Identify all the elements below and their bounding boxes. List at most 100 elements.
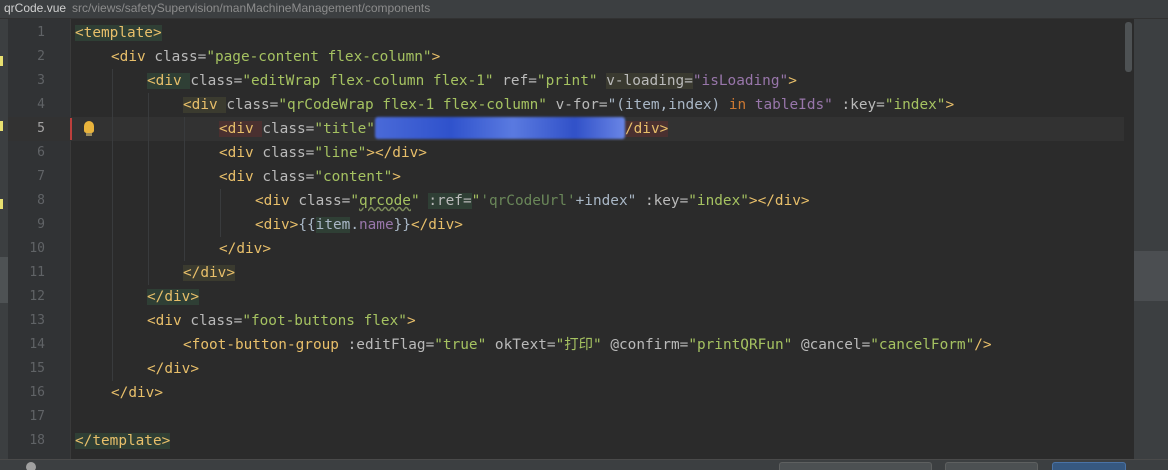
attr-value: "(item,index) xyxy=(607,97,729,113)
attr: :key= xyxy=(832,97,885,113)
code-line-15[interactable]: </div> xyxy=(147,357,199,381)
tag: > xyxy=(788,73,797,89)
change-marker xyxy=(0,56,3,66)
attr-value: " xyxy=(350,193,359,209)
code-line-8[interactable]: <div class="qrcode" :ref="'qrCodeUrl'+in… xyxy=(255,189,810,213)
tag: <foot-button-group xyxy=(183,337,348,353)
code-line-16[interactable]: </div> xyxy=(111,381,163,405)
line-number: 14 xyxy=(29,337,45,352)
attr-value: "qrCodeWrap flex-1 flex-column" xyxy=(278,97,547,113)
attr: class= xyxy=(262,121,315,137)
attr-value: "true" xyxy=(434,337,487,353)
tag: <div xyxy=(219,169,263,185)
line-number: 12 xyxy=(29,289,45,304)
change-marker xyxy=(0,121,3,131)
attr-value: "editWrap flex-column flex-1" xyxy=(242,73,494,89)
code-line-2[interactable]: <div class="page-content flex-column"> xyxy=(111,45,440,69)
attr-value: "content" xyxy=(314,169,393,185)
tag: > xyxy=(945,97,955,113)
indent-guide xyxy=(112,69,113,381)
vertical-scrollbar[interactable] xyxy=(1124,19,1134,469)
attr-value: " xyxy=(410,193,420,209)
indent-guide xyxy=(220,189,221,237)
line-number: 3 xyxy=(37,73,45,88)
line-number: 2 xyxy=(37,49,45,64)
attr-value: +index" xyxy=(575,193,637,209)
tag: </div> xyxy=(111,385,163,401)
line-number: 9 xyxy=(37,217,45,232)
code-line-1[interactable]: <template> xyxy=(75,21,162,45)
scrollbar-thumb[interactable] xyxy=(1125,22,1132,72)
line-number: 7 xyxy=(37,169,45,184)
indent-guide xyxy=(148,93,149,285)
line-number: 17 xyxy=(29,409,45,424)
line-number: 10 xyxy=(29,241,45,256)
template-close-tag: </template> xyxy=(75,433,171,449)
code-line-14[interactable]: <foot-button-group :editFlag="true" okTe… xyxy=(183,333,992,357)
code-line-4[interactable]: <div class="qrCodeWrap flex-1 flex-colum… xyxy=(183,93,954,117)
file-path: src/views/safetySupervision/manMachineMa… xyxy=(72,1,431,15)
attr-value: tableIds" xyxy=(746,97,833,113)
code-line-12[interactable]: </div> xyxy=(147,285,199,309)
attr: class= xyxy=(262,145,315,161)
attr-value: "foot-buttons flex" xyxy=(242,313,407,329)
line-number: 13 xyxy=(29,313,45,328)
code-line-6[interactable]: <div class="line"></div> xyxy=(219,141,427,165)
code-line-7[interactable]: <div class="content"> xyxy=(219,165,401,189)
tag: <div xyxy=(255,193,299,209)
bottom-dialog-bar xyxy=(0,459,1168,470)
code-line-5[interactable]: <div class="title" /div> xyxy=(219,116,669,141)
attr: :key= xyxy=(636,193,689,209)
tag: <div xyxy=(111,49,155,65)
attr-value: qrcode xyxy=(358,193,411,209)
attr: class= xyxy=(226,97,279,113)
attr-value: "index" xyxy=(884,97,946,113)
tag: <div xyxy=(183,97,227,113)
change-marker xyxy=(0,199,3,209)
attr: class= xyxy=(190,313,243,329)
code-line-3[interactable]: <div class="editWrap flex-column flex-1"… xyxy=(147,69,797,93)
tag: </div> xyxy=(410,217,463,233)
tag: </div> xyxy=(147,361,199,377)
attr: class= xyxy=(262,169,315,185)
line-number: 11 xyxy=(29,265,45,280)
tag: <div xyxy=(147,73,191,89)
attr: @confirm= xyxy=(601,337,689,353)
line-number: 18 xyxy=(29,433,45,448)
code-line-13[interactable]: <div class="foot-buttons flex"> xyxy=(147,309,416,333)
line-number: 15 xyxy=(29,361,45,376)
attr-value: "cancelForm" xyxy=(870,337,975,353)
keyword: in xyxy=(728,97,747,113)
code-line-11[interactable]: </div> xyxy=(183,261,235,285)
tag: > xyxy=(392,169,401,185)
indent-guide xyxy=(184,117,185,261)
attr: okText= xyxy=(486,337,556,353)
tag: > xyxy=(406,313,416,329)
attr: @cancel= xyxy=(792,337,871,353)
attr-value: "printQRFun" xyxy=(688,337,793,353)
lightbulb-icon[interactable] xyxy=(84,121,94,136)
file-name[interactable]: qrCode.vue xyxy=(0,1,66,15)
editor-tab-bar: qrCode.vue src/views/safetySupervision/ma… xyxy=(0,0,1168,19)
attr-value: "print" xyxy=(536,73,598,89)
attr: class= xyxy=(154,49,207,65)
error-marker xyxy=(70,118,72,140)
tag: /div> xyxy=(624,121,669,137)
expression: item xyxy=(315,217,351,233)
code-line-9[interactable]: <div>{{item.name}}</div> xyxy=(255,213,463,237)
tag: /> xyxy=(974,337,992,353)
left-tool-strip xyxy=(0,19,8,469)
line-number: 4 xyxy=(37,97,45,112)
attr-value: "title" xyxy=(314,121,375,137)
line-number: 8 xyxy=(37,193,45,208)
tag: <div> xyxy=(255,217,299,233)
code-line-10[interactable]: </div> xyxy=(219,237,271,261)
attr: :ref= xyxy=(428,193,472,209)
attr-value: " xyxy=(471,193,481,209)
tag: <div xyxy=(219,121,263,137)
tag: </div> xyxy=(183,265,235,281)
mustache: {{ xyxy=(298,217,316,233)
code-line-18[interactable]: </template> xyxy=(75,429,171,453)
expression: name xyxy=(358,217,394,233)
attr-value: "index" xyxy=(688,193,749,209)
